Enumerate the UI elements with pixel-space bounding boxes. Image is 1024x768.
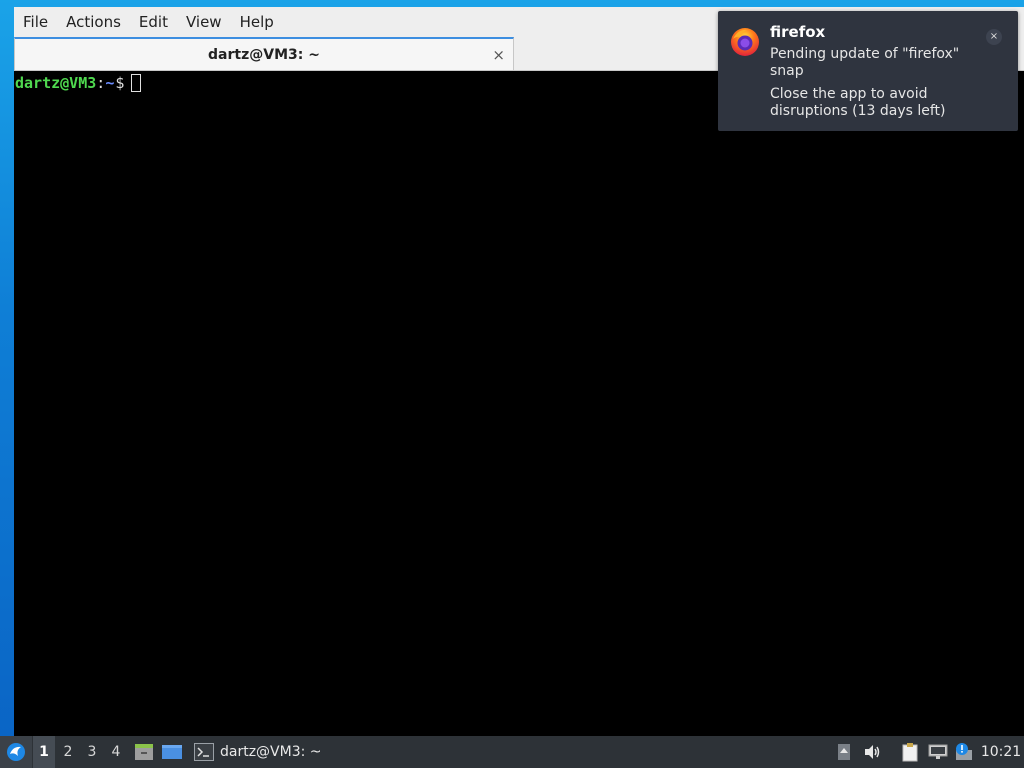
clock[interactable]: 10:21 [978,736,1024,768]
menu-file[interactable]: File [14,7,57,37]
firefox-icon [731,28,759,56]
terminal-area[interactable]: dartz@VM3 : ~ $ [14,71,1024,736]
update-notifier-icon [956,743,972,760]
menu-edit[interactable]: Edit [130,7,177,37]
volume-button[interactable] [860,736,884,768]
start-menu-button[interactable] [0,736,32,768]
network-icon [928,744,948,759]
file-manager-launcher[interactable] [132,736,156,768]
clipboard-button[interactable] [898,736,922,768]
workspace-2[interactable]: 2 [57,736,79,768]
notification-body: Pending update of "firefox" snap Close t… [770,46,990,126]
tab-title: dartz@VM3: ~ [208,46,320,63]
update-notifier-button[interactable] [952,736,976,768]
menu-actions[interactable]: Actions [57,7,130,37]
prompt-user-host: dartz@VM3 [15,74,97,92]
menu-view[interactable]: View [177,7,231,37]
prompt-colon: : [96,74,106,92]
network-button[interactable] [926,736,950,768]
update-notification[interactable]: firefox × Pending update of "firefox" sn… [718,11,1018,131]
tab-terminal[interactable]: dartz@VM3: ~ × [14,37,514,71]
workspace-4[interactable]: 4 [105,736,127,768]
workspace-3[interactable]: 3 [81,736,103,768]
show-desktop-icon [162,745,182,759]
prompt-dollar: $ [115,74,125,92]
volume-icon [865,745,880,759]
notification-title: firefox [770,23,826,41]
show-desktop-launcher[interactable] [160,736,184,768]
tray-up-arrow-icon [838,744,850,760]
taskbar-terminal-task[interactable]: dartz@VM3: ~ [190,736,330,768]
prompt-path: ~ [105,74,115,92]
notification-close-button[interactable]: × [986,29,1002,45]
terminal-icon [194,743,214,761]
text-cursor [131,74,142,92]
lubuntu-menu-icon [7,743,25,761]
workspace-1[interactable]: 1 [33,736,55,768]
tray-expand-button[interactable] [834,736,854,768]
file-manager-icon [135,744,153,760]
clipboard-icon [902,743,918,762]
taskbar: 1 2 3 4 dartz@VM3: ~ 10:21 [0,736,1024,768]
task-label: dartz@VM3: ~ [220,744,322,760]
menu-help[interactable]: Help [231,7,283,37]
close-icon[interactable]: × [492,46,505,64]
notification-message: Pending update of "firefox" snap [770,46,960,79]
notification-detail: Close the app to avoid disruptions (13 d… [770,86,946,119]
